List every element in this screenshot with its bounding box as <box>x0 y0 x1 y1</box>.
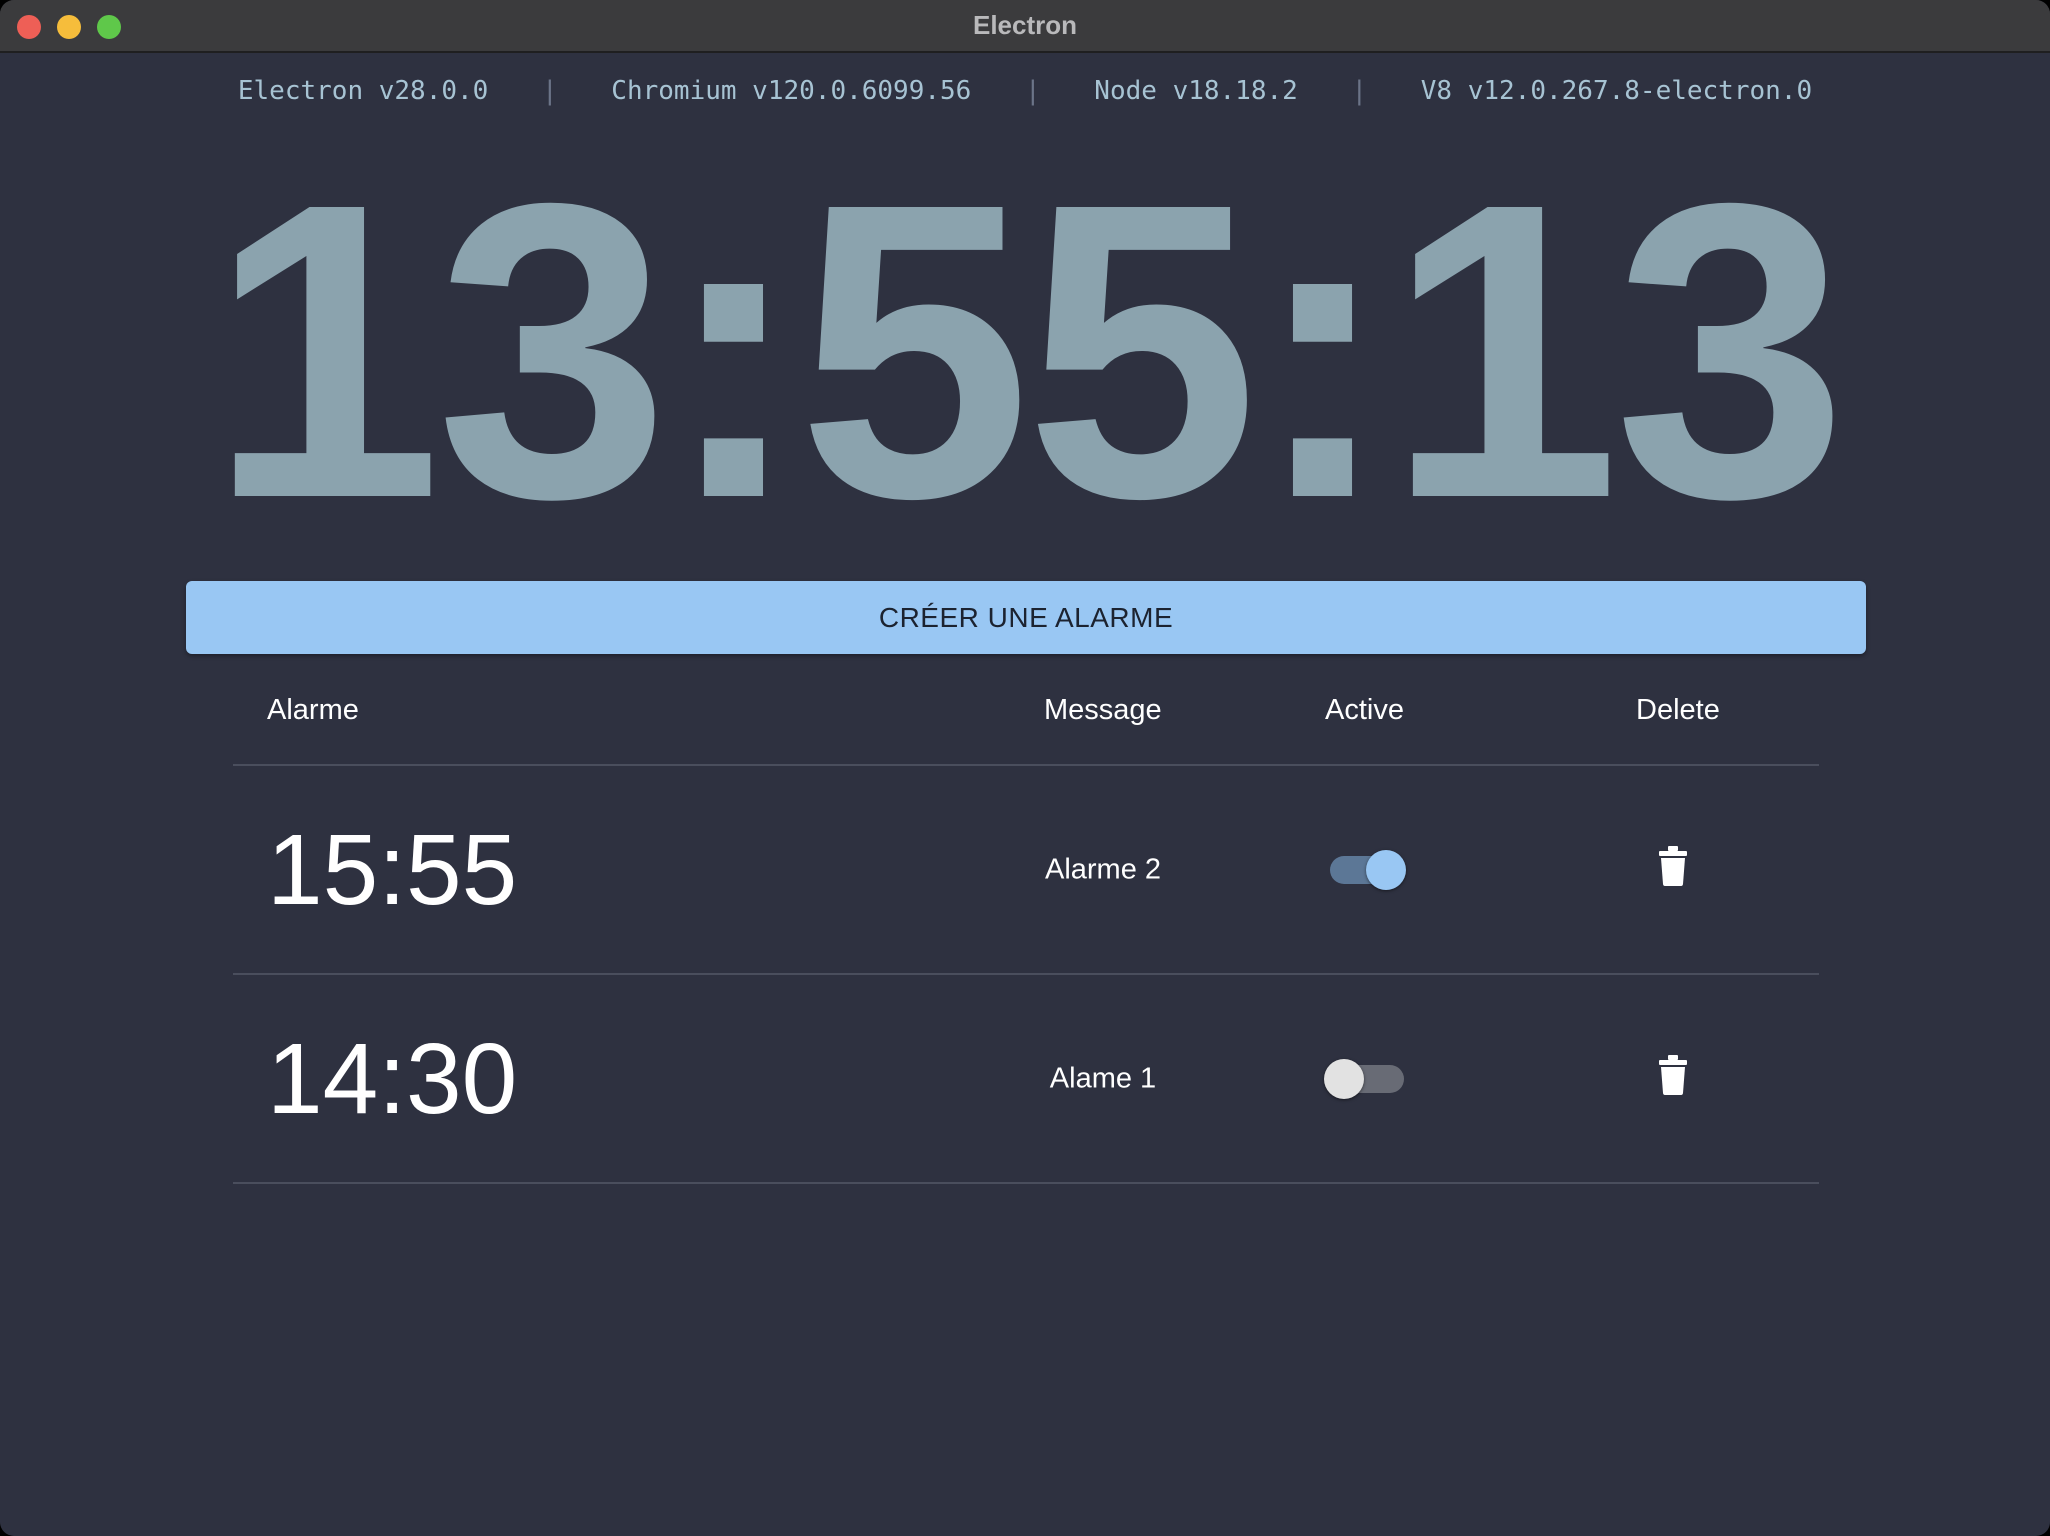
separator: | <box>1351 76 1368 106</box>
current-time-clock: 13:55:13 <box>208 117 1847 586</box>
table-row: 14:30 Alame 1 <box>233 975 1819 1184</box>
node-version: Node v18.18.2 <box>1094 76 1298 106</box>
create-alarm-button[interactable]: CRÉER UNE ALARME <box>186 581 1866 654</box>
electron-version: Electron v28.0.0 <box>237 76 489 106</box>
table-row: 15:55 Alarme 2 <box>233 766 1819 975</box>
alarm-time: 14:30 <box>267 1022 518 1135</box>
toggle-knob <box>1324 1058 1364 1099</box>
header-message: Message <box>1044 694 1162 726</box>
version-info: Electron v28.0.0 | Chromium v120.0.6099.… <box>0 76 2050 106</box>
alarm-message: Alame 1 <box>1049 1062 1157 1094</box>
alarm-time: 15:55 <box>267 813 518 926</box>
toggle-knob <box>1366 849 1406 890</box>
table-header: Alarme Message Active Delete <box>233 660 1819 766</box>
title-bar[interactable]: Electron <box>0 0 2050 53</box>
trash-icon[interactable] <box>1658 845 1688 886</box>
alarms-table: Alarme Message Active Delete 15:55 Alarm… <box>233 660 1819 1184</box>
table-body: 15:55 Alarme 2 14:30 Alame 1 <box>233 766 1819 1184</box>
app-window: Electron Electron v28.0.0 | Chromium v12… <box>0 0 2050 1536</box>
v8-version: V8 v12.0.267.8-electron.0 <box>1420 76 1813 106</box>
header-active: Active <box>1325 694 1404 726</box>
separator: | <box>1024 76 1041 106</box>
separator: | <box>541 76 558 106</box>
chromium-version: Chromium v120.0.6099.56 <box>611 76 972 106</box>
trash-icon[interactable] <box>1658 1054 1688 1095</box>
header-delete: Delete <box>1636 694 1720 726</box>
header-alarm: Alarme <box>267 694 359 726</box>
alarm-message: Alarme 2 <box>1044 853 1162 885</box>
active-toggle[interactable] <box>1324 1058 1404 1099</box>
active-toggle[interactable] <box>1330 849 1406 890</box>
window-title: Electron <box>972 10 1078 40</box>
